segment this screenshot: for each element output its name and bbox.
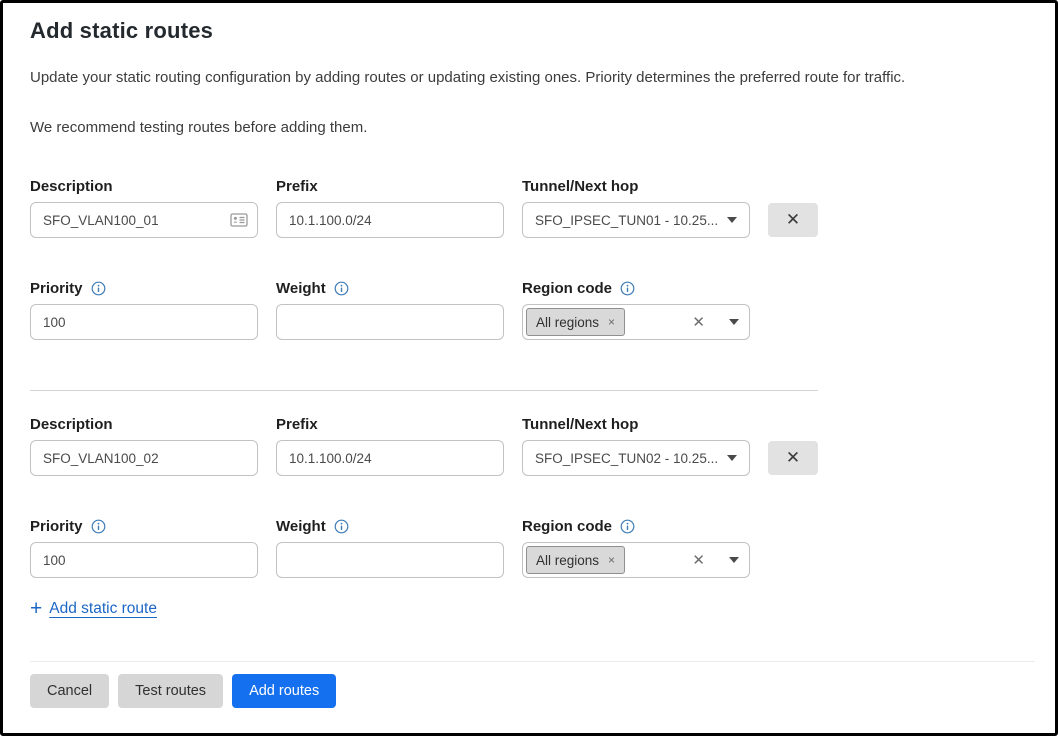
tunnel-select[interactable]: SFO_IPSEC_TUN01 - 10.25... <box>522 202 750 238</box>
region-label: Region code <box>522 280 612 297</box>
description-field-1: Description <box>30 176 258 238</box>
add-static-routes-dialog: Add static routes Update your static rou… <box>0 0 1058 736</box>
route-section-2: Description Prefix Tunnel/Next hop SFO_I… <box>30 414 1035 578</box>
region-field-1: Region code All regions × <box>522 278 750 340</box>
add-static-route-label: Add static route <box>49 600 157 618</box>
tunnel-label: Tunnel/Next hop <box>522 414 750 434</box>
weight-label: Weight <box>276 280 326 297</box>
chevron-down-icon <box>727 455 737 461</box>
info-icon[interactable] <box>91 281 106 296</box>
plus-icon: + <box>30 599 42 619</box>
remove-tag-icon[interactable]: × <box>608 316 615 328</box>
priority-input[interactable] <box>30 542 258 578</box>
tunnel-field-2: Tunnel/Next hop SFO_IPSEC_TUN02 - 10.25.… <box>522 414 750 476</box>
description-input[interactable] <box>30 440 258 476</box>
recommendation-text: We recommend testing routes before addin… <box>30 118 1035 138</box>
delete-route-button[interactable]: ✕ <box>768 203 818 237</box>
close-icon: ✕ <box>786 210 800 230</box>
chevron-down-icon <box>729 319 739 325</box>
prefix-label: Prefix <box>276 414 504 434</box>
intro-text: Update your static routing configuration… <box>30 68 1035 88</box>
remove-tag-icon[interactable]: × <box>608 554 615 566</box>
weight-field-2: Weight <box>276 516 504 578</box>
tunnel-select[interactable]: SFO_IPSEC_TUN02 - 10.25... <box>522 440 750 476</box>
weight-input[interactable] <box>276 304 504 340</box>
weight-field-1: Weight <box>276 278 504 340</box>
priority-label: Priority <box>30 280 83 297</box>
description-label: Description <box>30 414 258 434</box>
clear-selection-icon[interactable]: ✕ <box>692 315 705 330</box>
prefix-field-1: Prefix <box>276 176 504 238</box>
info-icon[interactable] <box>620 519 635 534</box>
page-title: Add static routes <box>30 18 1035 44</box>
info-icon[interactable] <box>620 281 635 296</box>
priority-field-1: Priority <box>30 278 258 340</box>
tunnel-selected-value: SFO_IPSEC_TUN01 - 10.25... <box>535 213 719 228</box>
chevron-down-icon <box>729 557 739 563</box>
prefix-field-2: Prefix <box>276 414 504 476</box>
tunnel-field-1: Tunnel/Next hop SFO_IPSEC_TUN01 - 10.25.… <box>522 176 750 238</box>
prefix-input[interactable] <box>276 202 504 238</box>
chevron-down-icon <box>727 217 737 223</box>
delete-route-button[interactable]: ✕ <box>768 441 818 475</box>
info-icon[interactable] <box>334 281 349 296</box>
close-icon: ✕ <box>786 448 800 468</box>
region-tag: All regions × <box>526 308 625 336</box>
weight-input[interactable] <box>276 542 504 578</box>
clear-selection-icon[interactable]: ✕ <box>692 553 705 568</box>
add-routes-button[interactable]: Add routes <box>232 674 336 708</box>
priority-input[interactable] <box>30 304 258 340</box>
footer-divider <box>30 661 1035 662</box>
add-static-route-link[interactable]: + Add static route <box>30 599 157 619</box>
region-multiselect[interactable]: All regions × ✕ <box>522 542 750 578</box>
region-tag: All regions × <box>526 546 625 574</box>
weight-label: Weight <box>276 518 326 535</box>
test-routes-button[interactable]: Test routes <box>118 674 223 708</box>
description-input[interactable] <box>30 202 258 238</box>
region-multiselect[interactable]: All regions × ✕ <box>522 304 750 340</box>
priority-label: Priority <box>30 518 83 535</box>
description-field-2: Description <box>30 414 258 476</box>
region-tag-label: All regions <box>536 553 599 568</box>
prefix-input[interactable] <box>276 440 504 476</box>
prefix-label: Prefix <box>276 176 504 196</box>
tunnel-selected-value: SFO_IPSEC_TUN02 - 10.25... <box>535 451 719 466</box>
priority-field-2: Priority <box>30 516 258 578</box>
route-section-1: Description <box>30 176 1035 340</box>
info-icon[interactable] <box>334 519 349 534</box>
region-field-2: Region code All regions × <box>522 516 750 578</box>
region-label: Region code <box>522 518 612 535</box>
section-divider <box>30 390 818 391</box>
description-label: Description <box>30 176 258 196</box>
cancel-button[interactable]: Cancel <box>30 674 109 708</box>
region-tag-label: All regions <box>536 315 599 330</box>
tunnel-label: Tunnel/Next hop <box>522 176 750 196</box>
footer-actions: Cancel Test routes Add routes <box>30 674 1035 708</box>
info-icon[interactable] <box>91 519 106 534</box>
